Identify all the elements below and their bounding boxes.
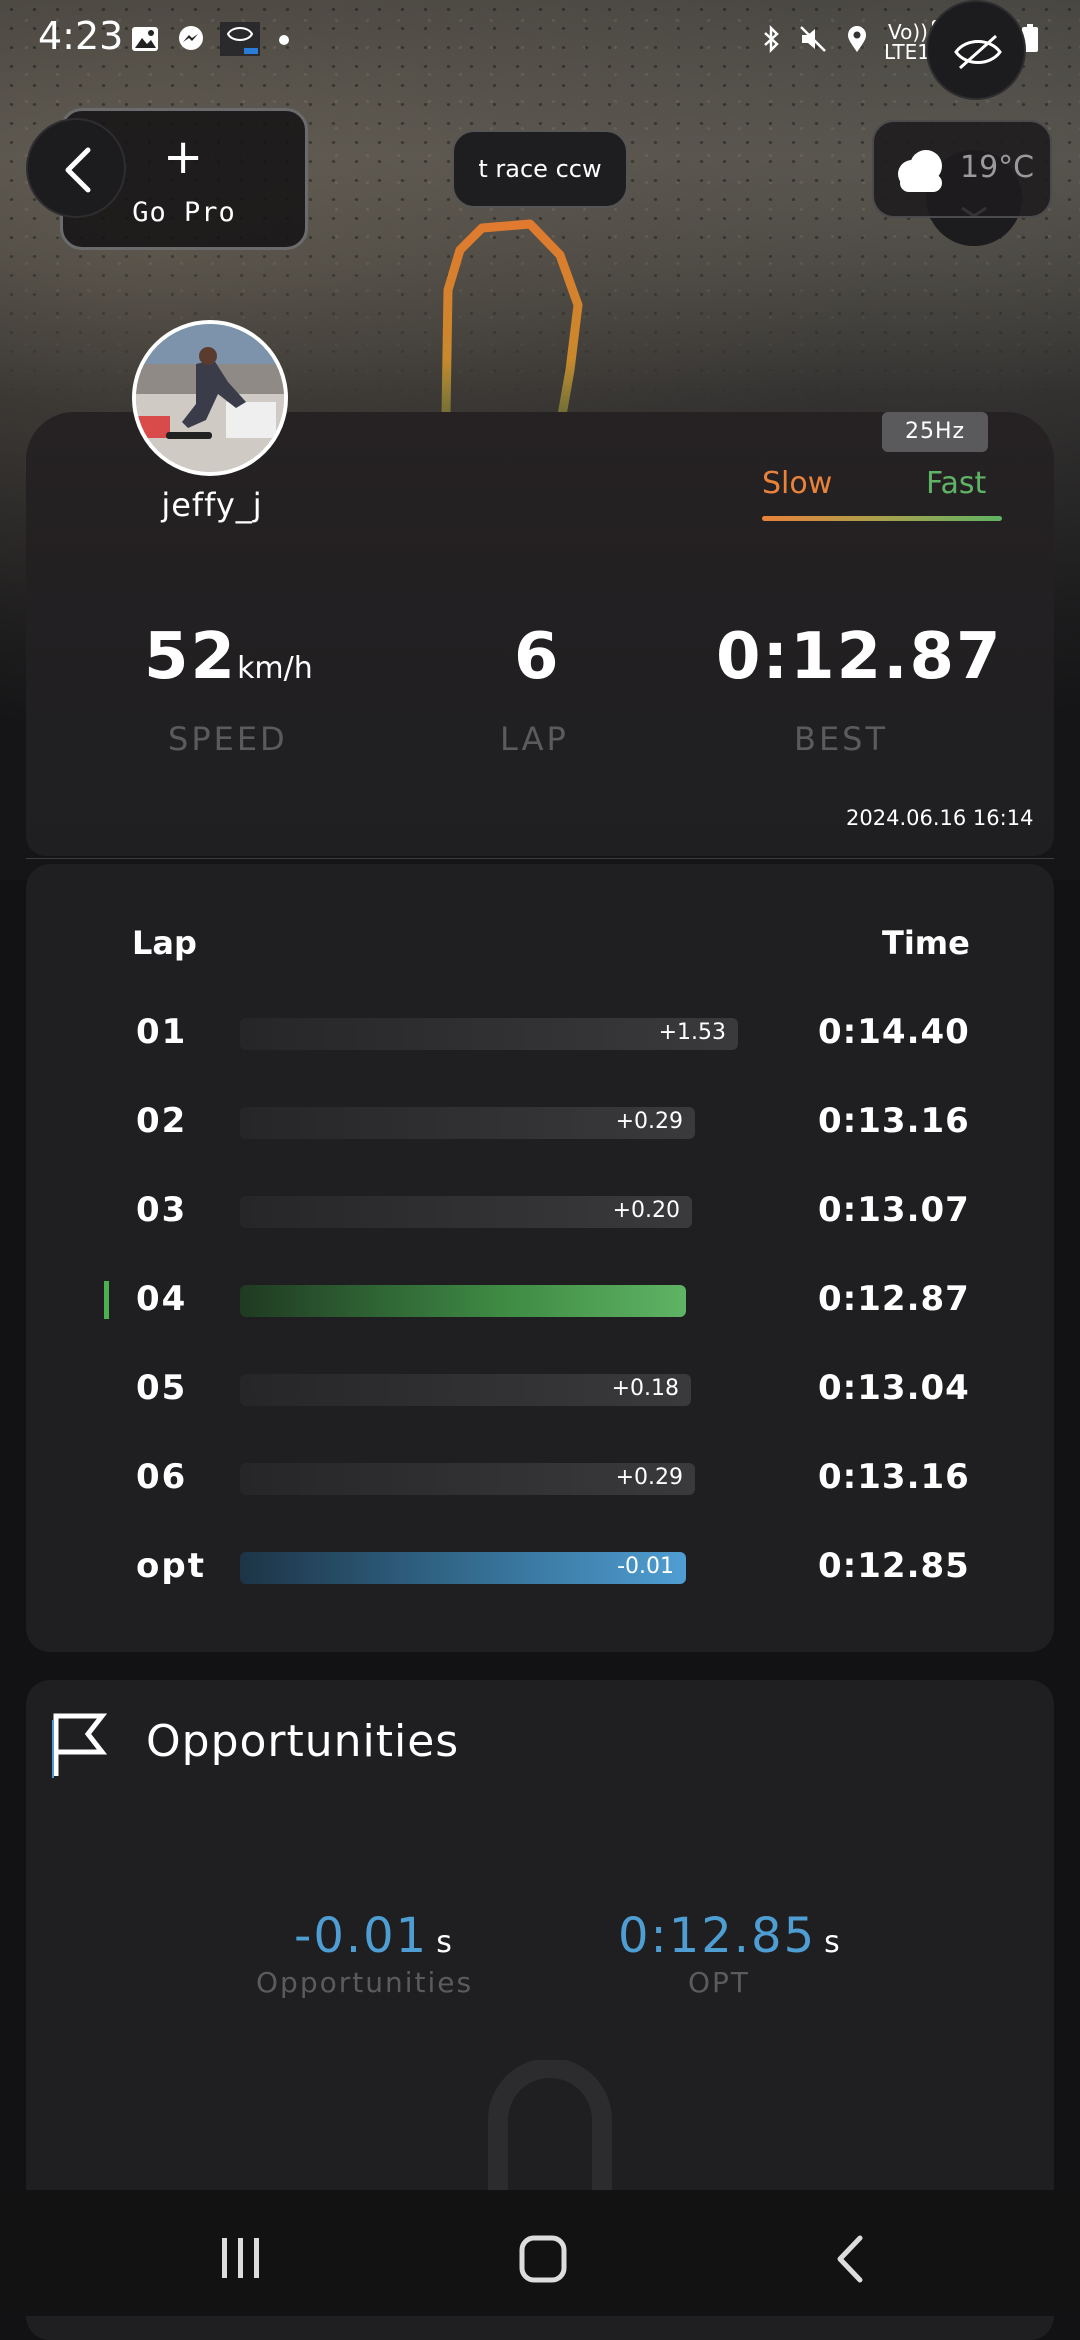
lap-number: opt (136, 1546, 206, 1586)
lap-delta-bar: +0.18 (240, 1374, 691, 1406)
weather-widget: 19°C (872, 120, 1052, 218)
lap-number: 01 (136, 1012, 188, 1052)
sample-rate-badge: 25Hz (882, 412, 988, 452)
lap-number: 03 (136, 1190, 188, 1230)
back-icon[interactable] (832, 2234, 868, 2284)
eye-off-icon (954, 34, 1002, 70)
lap-number: 02 (136, 1101, 188, 1141)
lap-delta: +0.18 (611, 1376, 679, 1401)
lap-row[interactable]: 05 +0.18 0:13.04 (0, 1360, 1080, 1420)
lap-delta: +0.29 (615, 1465, 683, 1490)
opportunity-label: Opportunities (256, 1966, 474, 1999)
lap-delta: +1.53 (658, 1020, 726, 1045)
lap-number: 06 (136, 1457, 188, 1497)
lap-column-header: Lap (132, 924, 197, 962)
lap-time: 0:13.07 (818, 1190, 970, 1230)
lap-delta-bar: +0.20 (240, 1196, 692, 1228)
opt-number: 0:12.85 (618, 1908, 817, 1964)
dot-icon (279, 35, 289, 45)
speed-legend-bar (762, 516, 1002, 521)
divider (26, 858, 1054, 859)
lap-delta-bar: +0.29 (240, 1107, 695, 1139)
best-time-value: 0:12.87 (716, 620, 1003, 694)
lap-time: 0:13.16 (818, 1101, 970, 1141)
gallery-icon (132, 27, 158, 51)
best-lap-marker (104, 1281, 109, 1319)
lap-time: 0:13.16 (818, 1457, 970, 1497)
username: jeffy_j (161, 486, 263, 524)
temperature: 19°C (960, 150, 1035, 185)
status-bar: 4:23 Vo)) LTE1 5G (0, 0, 1080, 80)
lap-delta: +0.29 (615, 1109, 683, 1134)
lap-row[interactable]: opt -0.01 0:12.85 (0, 1538, 1080, 1598)
lap-row[interactable]: 04 0:12.87 (0, 1271, 1080, 1331)
lap-delta-bar: +1.53 (240, 1018, 738, 1050)
lap-number: 04 (136, 1279, 188, 1319)
track-segment-graphic (488, 2060, 612, 2190)
speed-unit: km/h (237, 651, 313, 686)
session-date: 2024.06.16 16:14 (846, 806, 1034, 830)
cloud-icon (898, 150, 942, 192)
lap-row[interactable]: 01 +1.53 0:14.40 (0, 1004, 1080, 1064)
opportunity-number: -0.01 (294, 1908, 429, 1964)
time-column-header: Time (882, 924, 970, 962)
lap-time: 0:13.04 (818, 1368, 970, 1408)
opportunities-title: Opportunities (146, 1716, 460, 1767)
system-nav-bar (0, 2190, 1080, 2316)
speed-label: SPEED (168, 720, 288, 758)
lap-time: 0:12.85 (818, 1546, 970, 1586)
lap-row[interactable]: 03 +0.20 0:13.07 (0, 1182, 1080, 1242)
recent-apps-icon[interactable] (216, 2236, 266, 2280)
opt-unit: s (824, 1925, 840, 1960)
lap-time: 0:14.40 (818, 1012, 970, 1052)
lap-time: 0:12.87 (818, 1279, 970, 1319)
flag-icon (52, 1713, 108, 1778)
lap-delta: -0.01 (617, 1554, 674, 1579)
mute-icon (800, 26, 826, 52)
hide-view-button[interactable] (926, 0, 1026, 100)
best-time-label: BEST (794, 720, 889, 758)
track-name: t race ccw (478, 155, 602, 183)
opt-value: 0:12.85 s (618, 1908, 840, 1964)
track-map (441, 219, 583, 416)
messenger-icon (179, 26, 203, 50)
lap-number: 05 (136, 1368, 188, 1408)
lap-delta-bar: +0.29 (240, 1463, 695, 1495)
lap-count-label: LAP (500, 720, 569, 758)
lap-delta-bar (240, 1285, 686, 1317)
network-label-top: Vo)) (888, 20, 928, 44)
app-icon (220, 22, 260, 56)
avatar[interactable] (132, 320, 288, 476)
status-time: 4:23 (38, 14, 124, 58)
opportunity-value: -0.01 s (294, 1908, 452, 1964)
back-button[interactable] (26, 118, 126, 218)
track-name-pill[interactable]: t race ccw (452, 130, 628, 208)
avatar-photo (136, 324, 284, 472)
legend-slow: Slow (762, 466, 833, 501)
bluetooth-icon (764, 24, 779, 54)
chevron-left-icon (65, 147, 91, 193)
network-label-bottom: LTE1 (884, 40, 930, 64)
lap-delta: +0.20 (612, 1198, 680, 1223)
lap-times-card (26, 864, 1054, 1652)
opt-label: OPT (688, 1966, 751, 1999)
speed-value: 52km/h (144, 620, 313, 694)
plus-icon: + (163, 129, 204, 185)
legend-fast: Fast (926, 466, 987, 501)
lap-row[interactable]: 02 +0.29 0:13.16 (0, 1093, 1080, 1153)
lap-delta-bar: -0.01 (240, 1552, 686, 1584)
opportunity-unit: s (436, 1925, 452, 1960)
lap-count-value: 6 (514, 620, 561, 694)
lap-row[interactable]: 06 +0.29 0:13.16 (0, 1449, 1080, 1509)
home-icon[interactable] (518, 2234, 568, 2284)
speed-number: 52 (144, 620, 238, 694)
location-icon (848, 26, 866, 52)
